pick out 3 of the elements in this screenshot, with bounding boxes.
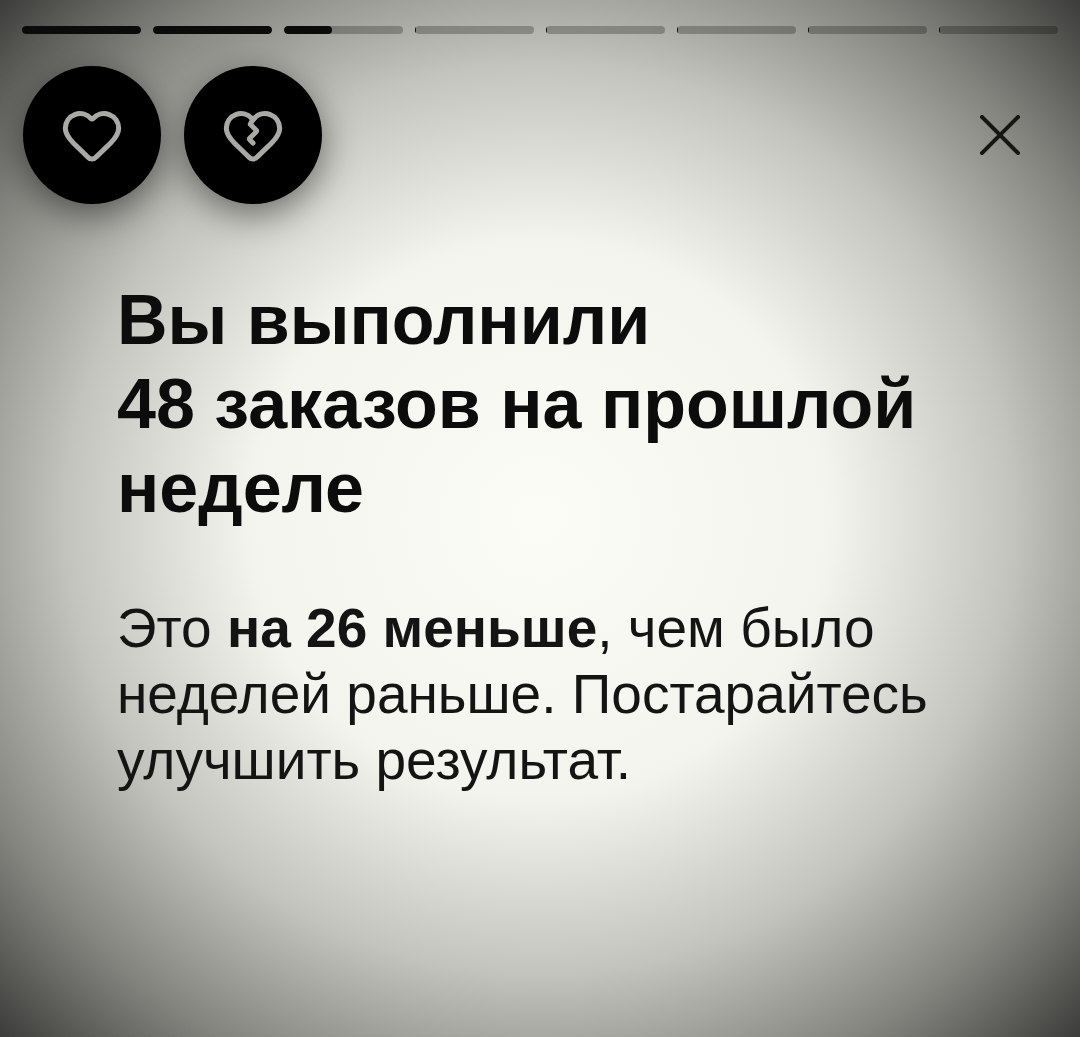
close-icon (980, 115, 1020, 155)
headline: Вы выполнили 48 заказов на прошлой неделе (117, 280, 918, 529)
message-text: Это на 26 меньше, чем было неделей раньше. Постарайтесь улучшить результат. (117, 596, 929, 793)
